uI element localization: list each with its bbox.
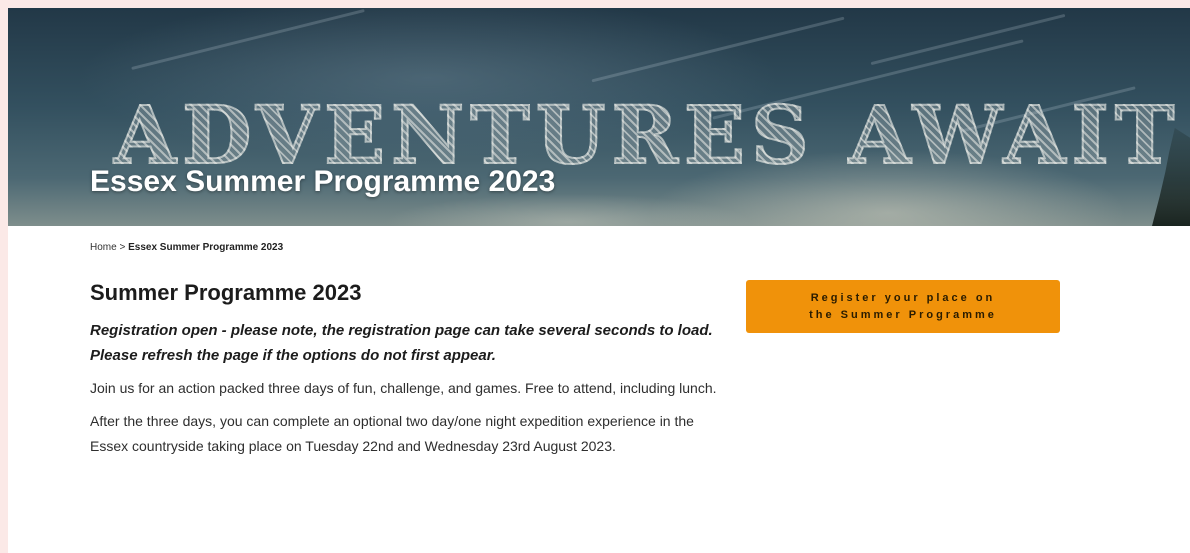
breadcrumb-home-link[interactable]: Home <box>90 242 117 253</box>
page: ADVENTURES AWAIT Essex Summer Programme … <box>8 8 1190 553</box>
breadcrumb: Home > Essex Summer Programme 2023 <box>90 242 283 253</box>
breadcrumb-current: Essex Summer Programme 2023 <box>128 242 284 253</box>
hero-banner: ADVENTURES AWAIT Essex Summer Programme … <box>8 8 1190 226</box>
cloud-streak <box>870 13 1066 66</box>
cloud-streak <box>591 16 845 83</box>
expedition-paragraph: After the three days, you can complete a… <box>90 413 694 454</box>
intro-paragraph: Join us for an action packed three days … <box>90 380 717 396</box>
cloud-streak <box>131 9 365 70</box>
page-title: Essex Summer Programme 2023 <box>90 165 556 198</box>
register-button-label: Register your place on the Summer Progra… <box>809 291 997 321</box>
main-content: Summer Programme 2023 Registration open … <box>90 280 750 467</box>
breadcrumb-separator: > <box>119 242 126 253</box>
registration-notice: Registration open - please note, the reg… <box>90 322 713 364</box>
section-heading: Summer Programme 2023 <box>90 280 362 305</box>
register-button[interactable]: Register your place on the Summer Progra… <box>746 280 1060 333</box>
